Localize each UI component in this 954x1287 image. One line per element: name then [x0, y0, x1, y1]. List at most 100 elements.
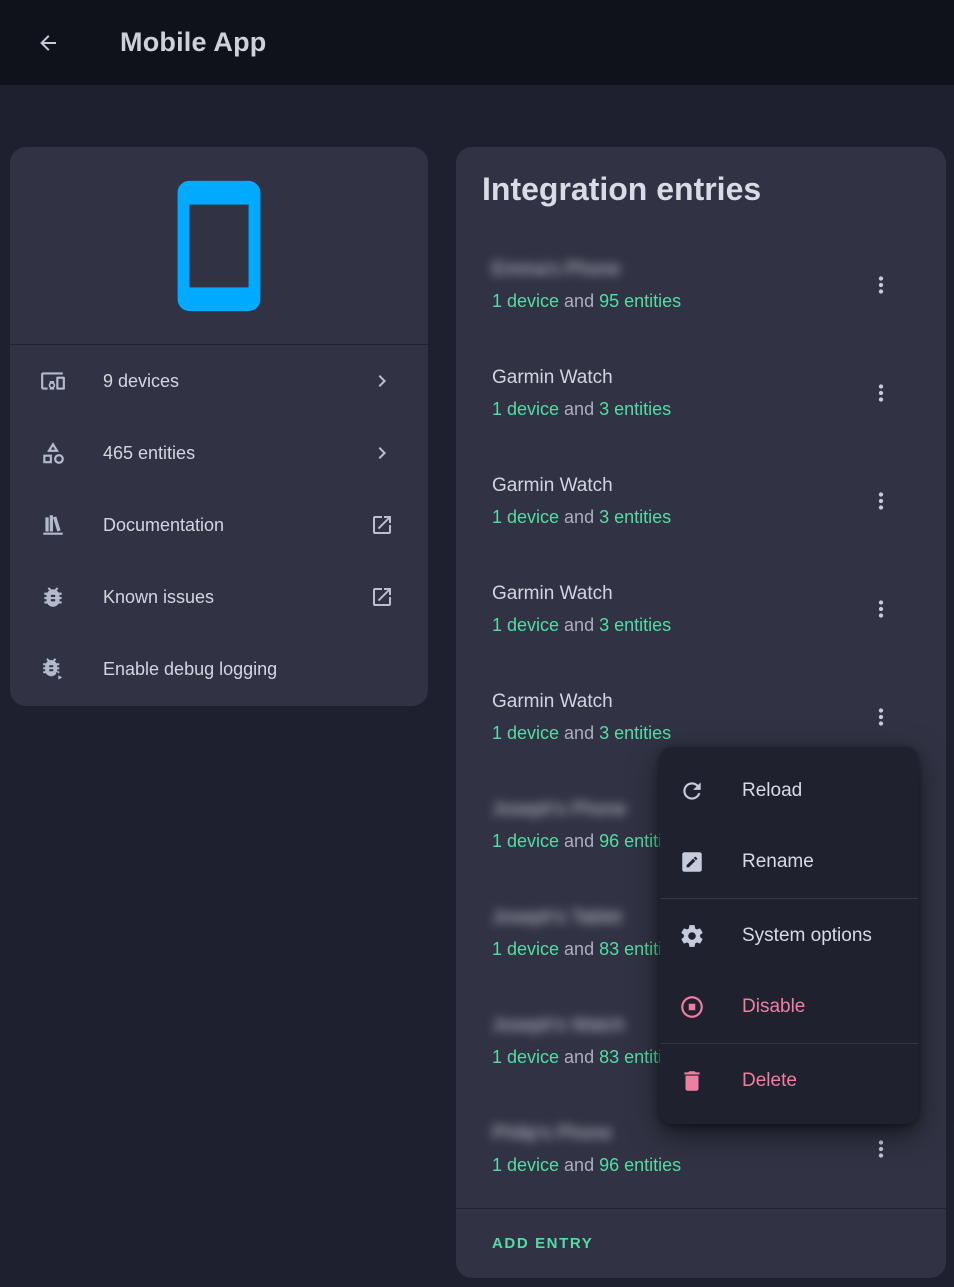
dots-vertical-icon	[868, 1136, 894, 1162]
entry-name: Emma's Phone	[492, 258, 868, 282]
topbar: Mobile App	[0, 0, 954, 85]
entry-name: Garmin Watch	[492, 366, 868, 390]
add-entry-button[interactable]: ADD ENTRY	[492, 1235, 593, 1252]
entry-context-menu: Reload Rename System options Disable	[660, 747, 918, 1124]
overview-link-label: 465 entities	[103, 443, 370, 464]
overview-links: 9 devices 465 entities Documentation Kno…	[10, 345, 428, 705]
entry-summary: 1 deviceand96 entities	[492, 1153, 868, 1177]
entry-entities-link[interactable]: 3 entities	[599, 615, 671, 635]
entry-name: Garmin Watch	[492, 474, 868, 498]
menu-divider	[660, 1043, 918, 1044]
entry-devices-link[interactable]: 1 device	[492, 399, 559, 419]
entry-row: Garmin Watch 1 deviceand3 entities	[456, 555, 946, 663]
entry-devices-link[interactable]: 1 device	[492, 831, 559, 851]
dots-vertical-icon	[868, 272, 894, 298]
bug-icon	[40, 584, 66, 610]
context-menu-item[interactable]: Reload	[660, 755, 918, 826]
entry-devices-link[interactable]: 1 device	[492, 939, 559, 959]
dots-vertical-icon	[868, 596, 894, 622]
back-button[interactable]	[24, 19, 72, 67]
entry-devices-link[interactable]: 1 device	[492, 1155, 559, 1175]
entry-conjunction: and	[564, 831, 594, 851]
chevron-right-icon	[370, 369, 394, 393]
entry-name: Garmin Watch	[492, 582, 868, 606]
devices-icon	[40, 368, 66, 394]
entry-conjunction: and	[564, 615, 594, 635]
entry-devices-link[interactable]: 1 device	[492, 1047, 559, 1067]
entry-menu-button[interactable]	[868, 380, 894, 406]
entry-conjunction: and	[564, 507, 594, 527]
entry-entities-link[interactable]: 95 entities	[599, 291, 681, 311]
entry-summary: 1 deviceand3 entities	[492, 397, 868, 421]
entry-conjunction: and	[564, 399, 594, 419]
entry-menu-button[interactable]	[868, 596, 894, 622]
integration-logo	[10, 147, 428, 345]
gear-icon	[679, 923, 705, 949]
overview-link-row[interactable]: Enable debug logging	[10, 633, 428, 705]
context-menu-item-label: Disable	[742, 996, 805, 1018]
open-in-new-icon	[370, 585, 394, 609]
context-menu-item-label: System options	[742, 925, 872, 947]
entry-entities-link[interactable]: 3 entities	[599, 507, 671, 527]
overview-link-label: 9 devices	[103, 371, 370, 392]
context-menu-item[interactable]: Rename	[660, 826, 918, 897]
entry-devices-link[interactable]: 1 device	[492, 291, 559, 311]
integration-overview-card: 9 devices 465 entities Documentation Kno…	[10, 147, 428, 706]
entry-conjunction: and	[564, 291, 594, 311]
entry-conjunction: and	[564, 1047, 594, 1067]
entries-card-title: Integration entries	[456, 147, 946, 209]
shapes-icon	[40, 440, 66, 466]
open-in-new-icon	[370, 513, 394, 537]
entry-row: Emma's Phone 1 deviceand95 entities	[456, 231, 946, 339]
entry-entities-link[interactable]: 96 entities	[599, 1155, 681, 1175]
context-menu-item-label: Rename	[742, 851, 814, 873]
dots-vertical-icon	[868, 488, 894, 514]
context-menu-item[interactable]: System options	[660, 900, 918, 971]
entries-card-footer: ADD ENTRY	[456, 1208, 946, 1278]
chevron-right-icon	[370, 441, 394, 465]
cellphone-icon	[148, 175, 290, 317]
entry-name: Philip's Phone	[492, 1122, 868, 1146]
entry-menu-button[interactable]	[868, 1136, 894, 1162]
entry-entities-link[interactable]: 3 entities	[599, 723, 671, 743]
entry-menu-button[interactable]	[868, 704, 894, 730]
overview-link-row[interactable]: Documentation	[10, 489, 428, 561]
overview-link-row[interactable]: Known issues	[10, 561, 428, 633]
arrow-left-icon	[36, 31, 60, 55]
context-menu-item[interactable]: Disable	[660, 971, 918, 1042]
reload-icon	[679, 778, 705, 804]
menu-divider	[660, 898, 918, 899]
entry-name: Garmin Watch	[492, 690, 868, 714]
rename-icon	[679, 849, 705, 875]
entry-conjunction: and	[564, 723, 594, 743]
overview-link-label: Enable debug logging	[103, 659, 394, 680]
entry-summary: 1 deviceand3 entities	[492, 613, 868, 637]
context-menu-item-label: Delete	[742, 1070, 797, 1092]
entry-devices-link[interactable]: 1 device	[492, 723, 559, 743]
context-menu-item[interactable]: Delete	[660, 1045, 918, 1116]
entry-summary: 1 deviceand3 entities	[492, 721, 868, 745]
entry-conjunction: and	[564, 1155, 594, 1175]
entry-summary: 1 deviceand3 entities	[492, 505, 868, 529]
entry-conjunction: and	[564, 939, 594, 959]
entry-devices-link[interactable]: 1 device	[492, 507, 559, 527]
overview-link-label: Documentation	[103, 515, 370, 536]
entry-devices-link[interactable]: 1 device	[492, 615, 559, 635]
bookshelf-icon	[40, 512, 66, 538]
overview-link-row[interactable]: 465 entities	[10, 417, 428, 489]
trash-icon	[679, 1068, 705, 1094]
entry-summary: 1 deviceand95 entities	[492, 289, 868, 313]
entry-row: Garmin Watch 1 deviceand3 entities	[456, 447, 946, 555]
overview-link-row[interactable]: 9 devices	[10, 345, 428, 417]
bug-play-icon	[40, 656, 66, 682]
dots-vertical-icon	[868, 704, 894, 730]
dots-vertical-icon	[868, 380, 894, 406]
page-title: Mobile App	[120, 27, 266, 58]
context-menu-item-label: Reload	[742, 780, 802, 802]
overview-link-label: Known issues	[103, 587, 370, 608]
stop-circle-icon	[679, 994, 705, 1020]
entry-menu-button[interactable]	[868, 488, 894, 514]
entry-row: Garmin Watch 1 deviceand3 entities	[456, 339, 946, 447]
entry-menu-button[interactable]	[868, 272, 894, 298]
entry-entities-link[interactable]: 3 entities	[599, 399, 671, 419]
